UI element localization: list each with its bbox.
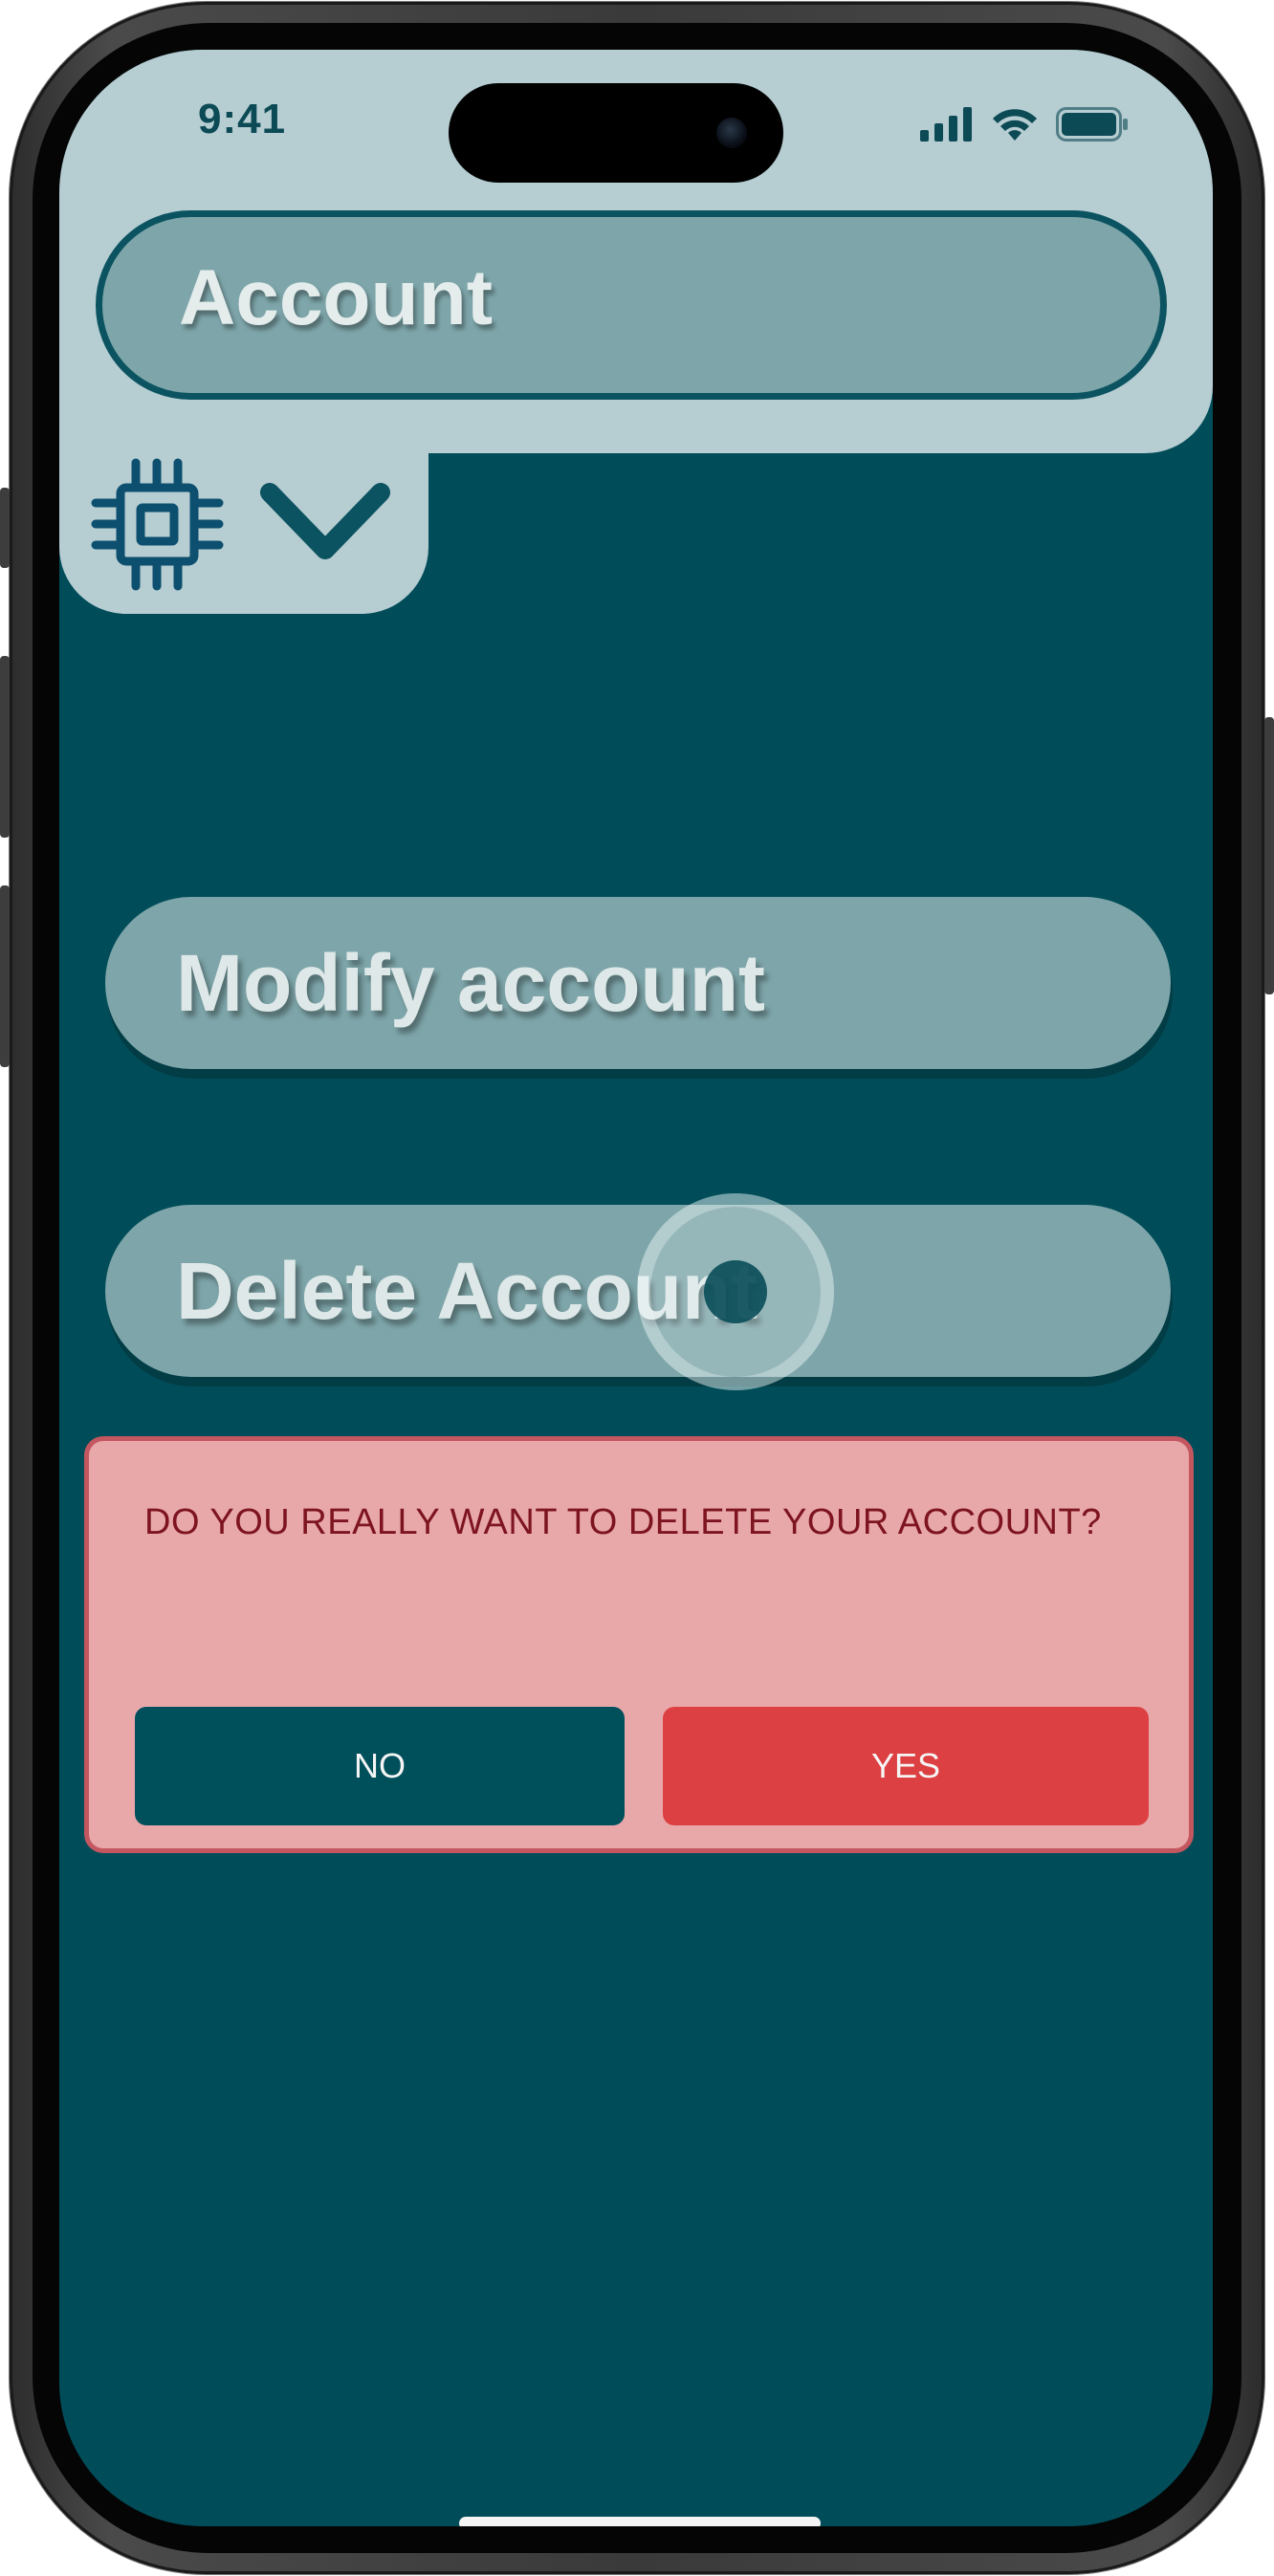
- account-header-bar: Account: [96, 210, 1167, 400]
- power-button: [1264, 717, 1274, 994]
- volume-down-button: [0, 885, 10, 1067]
- status-icons: [920, 105, 1129, 143]
- no-button[interactable]: NO: [135, 1707, 625, 1825]
- battery-icon: [1056, 107, 1128, 142]
- touch-indicator-dot: [704, 1260, 767, 1323]
- cpu-chip-icon[interactable]: [88, 455, 227, 594]
- home-indicator[interactable]: [459, 2517, 821, 2526]
- modify-account-button[interactable]: Modify account: [105, 897, 1171, 1069]
- volume-up-button: [0, 656, 10, 838]
- signal-icon: [920, 107, 972, 142]
- status-time: 9:41: [198, 96, 287, 142]
- modify-account-label: Modify account: [176, 938, 766, 1028]
- delete-confirm-dialog: DO YOU REALLY WANT TO DELETE YOUR ACCOUN…: [84, 1436, 1194, 1853]
- yes-button[interactable]: YES: [663, 1707, 1149, 1825]
- dynamic-island: [449, 83, 783, 183]
- page-title: Account: [179, 254, 493, 341]
- action-button: [0, 488, 10, 568]
- front-camera: [716, 118, 747, 148]
- screen: 9:41 Account Modify account Delete Accou…: [59, 50, 1213, 2526]
- chevron-down-icon[interactable]: [258, 475, 392, 571]
- dialog-message: DO YOU REALLY WANT TO DELETE YOUR ACCOUN…: [144, 1502, 1102, 1542]
- wifi-icon: [993, 109, 1037, 141]
